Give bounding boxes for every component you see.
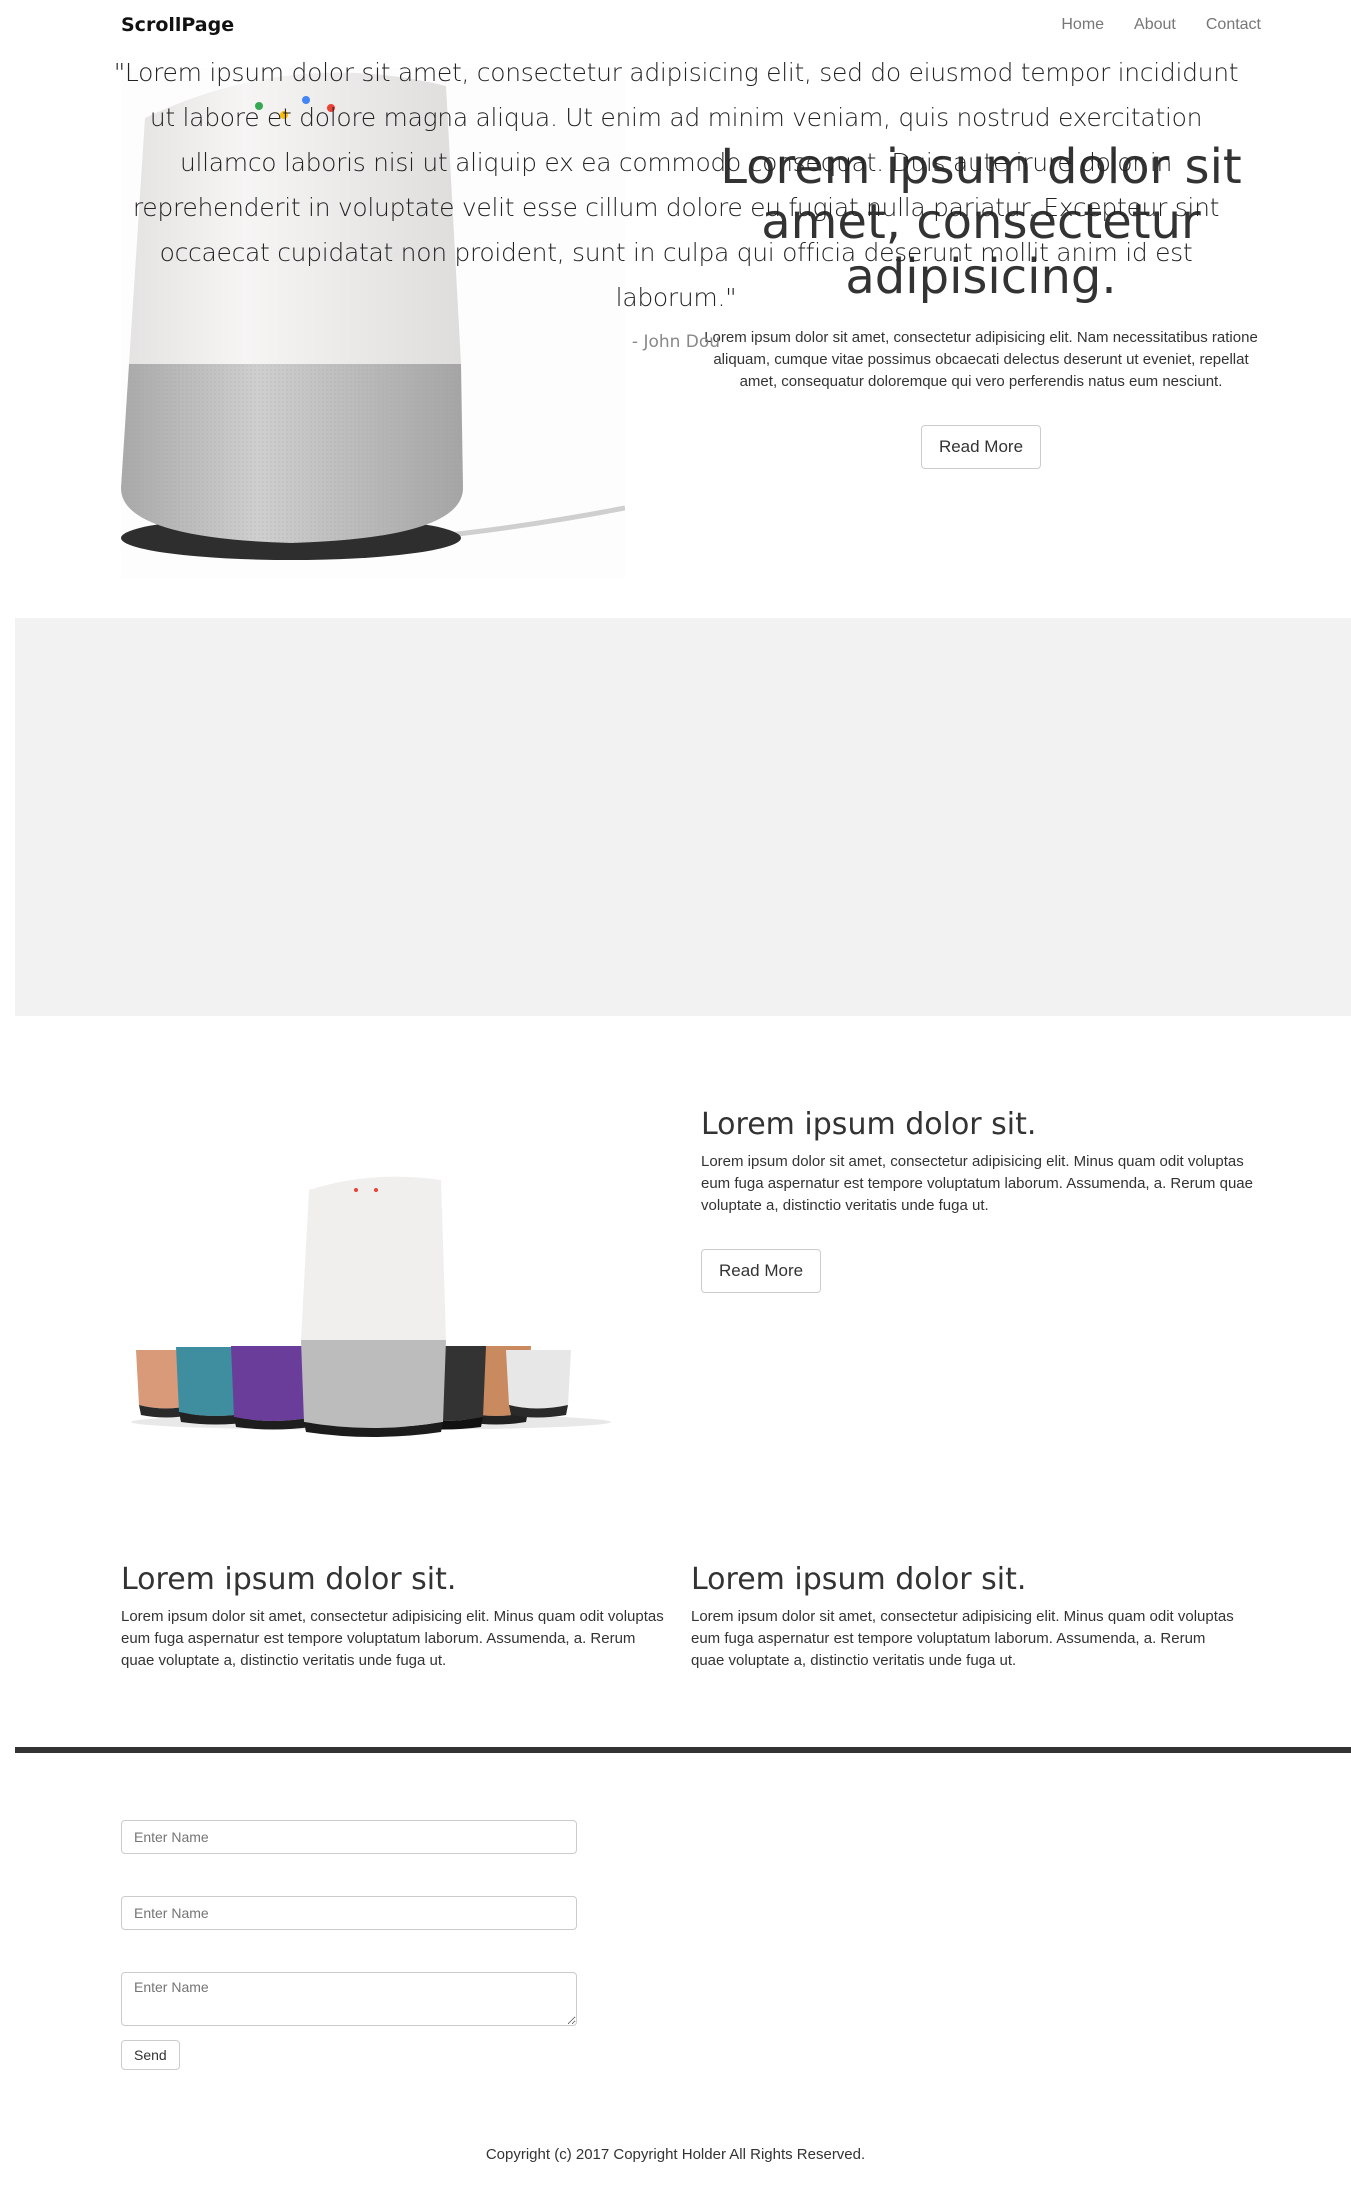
column-right: Lorem ipsum dolor sit. Lorem ipsum dolor… xyxy=(691,1560,1261,1672)
send-button[interactable]: Send xyxy=(121,2040,180,2070)
column-title: Lorem ipsum dolor sit. xyxy=(691,1562,1027,1597)
nav-link-about[interactable]: About xyxy=(1134,16,1176,34)
feature-text: Lorem ipsum dolor sit amet, consectetur … xyxy=(701,1153,1253,1214)
testimonial-author: - John Dou xyxy=(631,332,721,352)
testimonial-section xyxy=(15,618,1351,1016)
section-divider xyxy=(15,1747,1351,1753)
message-textarea[interactable] xyxy=(121,1972,577,2026)
hero-read-more-button[interactable]: Read More xyxy=(920,425,1042,469)
name-input[interactable] xyxy=(121,1820,577,1854)
second-name-input[interactable] xyxy=(121,1896,577,1930)
nav-links: Home About Contact xyxy=(1061,16,1261,34)
feature-content: Lorem ipsum dolor sit. Lorem ipsum dolor… xyxy=(701,1090,1261,1454)
feature-title: Lorem ipsum dolor sit. xyxy=(701,1107,1037,1142)
nav-link-home[interactable]: Home xyxy=(1061,16,1104,34)
column-text: Lorem ipsum dolor sit amet, consectetur … xyxy=(691,1608,1234,1669)
brand-logo[interactable]: ScrollPage xyxy=(121,14,234,36)
two-column-section: Lorem ipsum dolor sit. Lorem ipsum dolor… xyxy=(121,1560,1261,1672)
feature-read-more-button[interactable]: Read More xyxy=(701,1249,822,1293)
feature-section: Lorem ipsum dolor sit. Lorem ipsum dolor… xyxy=(121,1090,1261,1454)
copyright-text: Copyright (c) 2017 Copyright Holder All … xyxy=(485,2146,866,2163)
speaker-bases-illustration xyxy=(131,1176,611,1437)
testimonial: "Lorem ipsum dolor sit amet, consectetur… xyxy=(106,50,1246,352)
navbar: ScrollPage Home About Contact xyxy=(121,0,1261,50)
testimonial-quote: "Lorem ipsum dolor sit amet, consectetur… xyxy=(113,58,1239,312)
column-left: Lorem ipsum dolor sit. Lorem ipsum dolor… xyxy=(121,1560,691,1672)
feature-image xyxy=(121,1090,701,1454)
nav-link-contact[interactable]: Contact xyxy=(1206,16,1261,34)
column-title: Lorem ipsum dolor sit. xyxy=(121,1562,457,1597)
contact-form: Send xyxy=(121,1820,577,2070)
column-text: Lorem ipsum dolor sit amet, consectetur … xyxy=(121,1608,664,1669)
footer: Copyright (c) 2017 Copyright Holder All … xyxy=(0,2146,1351,2163)
